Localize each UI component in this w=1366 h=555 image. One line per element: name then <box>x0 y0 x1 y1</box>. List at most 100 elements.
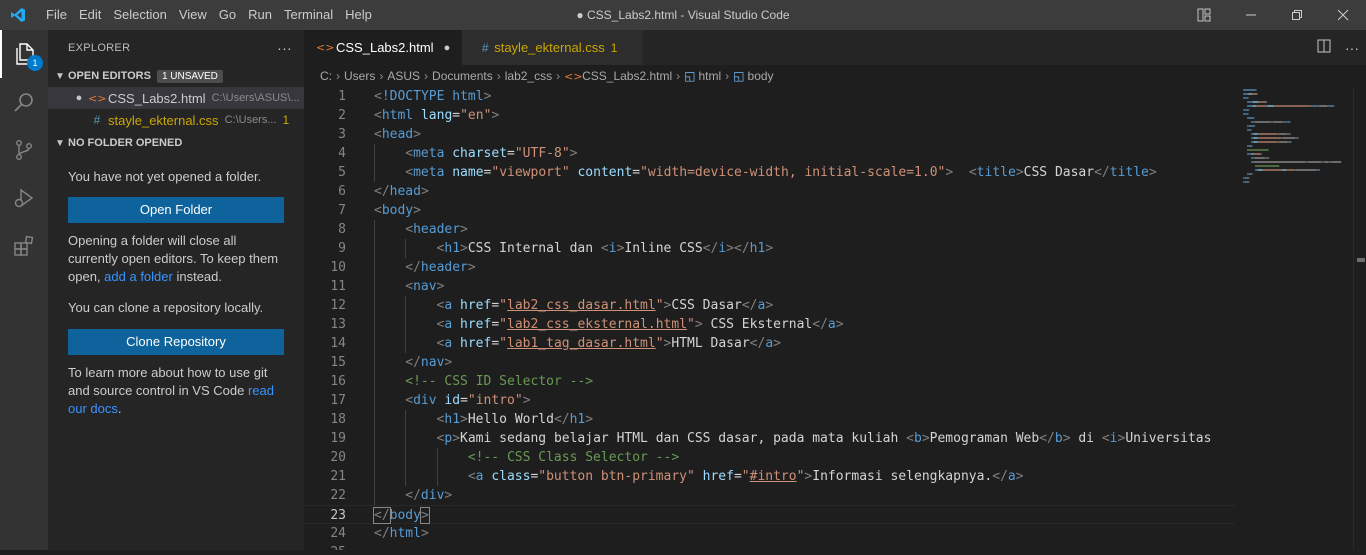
menu-file[interactable]: File <box>40 0 73 30</box>
minimap-token <box>1257 141 1259 143</box>
code-line[interactable]: 4 <meta charset="UTF-8"> <box>304 144 1235 163</box>
code-line[interactable]: 5 <meta name="viewport" content="width=de… <box>304 163 1235 182</box>
menu-go[interactable]: Go <box>213 0 242 30</box>
indent-guide <box>405 334 407 353</box>
code-line[interactable]: 7 <body> <box>304 201 1235 220</box>
code-line[interactable]: 23 </body> <box>304 505 1235 524</box>
breadcrumb-item[interactable]: html <box>699 69 722 83</box>
code-editor[interactable]: 1 <!DOCTYPE html> 2 <html lang="en"> 3 <head>… <box>304 87 1235 550</box>
customize-layout-icon[interactable] <box>1190 0 1218 30</box>
minimap[interactable] <box>1235 87 1353 550</box>
search-icon[interactable] <box>0 78 48 126</box>
code-line[interactable]: 1 <!DOCTYPE html> <box>304 87 1235 106</box>
code-line[interactable]: 8 <header> <box>304 220 1235 239</box>
code-line[interactable]: 13 <a href="lab2_css_eksternal.html"> CSS… <box>304 315 1235 334</box>
menu-run[interactable]: Run <box>242 0 278 30</box>
open-editors-header[interactable]: ▼ OPEN EDITORS 1 UNSAVED <box>48 65 304 87</box>
indent-guide <box>374 220 375 239</box>
breadcrumb-item[interactable]: Documents <box>432 69 493 83</box>
minimap-token <box>1313 105 1318 107</box>
source-control-icon[interactable] <box>0 126 48 174</box>
minimap-token <box>1251 141 1252 143</box>
minimap-token <box>1243 109 1245 111</box>
code-line[interactable]: 17 <div id="intro"> <box>304 391 1235 410</box>
menu-help[interactable]: Help <box>339 0 378 30</box>
code-line[interactable]: 11 <nav> <box>304 277 1235 296</box>
minimap-token <box>1248 129 1251 131</box>
minimize-icon[interactable] <box>1228 0 1274 30</box>
restore-icon[interactable] <box>1274 0 1320 30</box>
minimap-token <box>1243 177 1245 179</box>
breadcrumb-item[interactable]: Users <box>344 69 375 83</box>
open-editor-item[interactable]: # stayle_ekternal.css C:\Users... 1 <box>48 109 304 131</box>
menu-terminal[interactable]: Terminal <box>278 0 339 30</box>
minimap-token <box>1290 141 1292 143</box>
unsaved-dot-icon[interactable]: ● <box>70 92 88 104</box>
code-line[interactable]: 15 </nav> <box>304 353 1235 372</box>
minimap-token <box>1310 105 1313 107</box>
minimap-token <box>1257 133 1259 135</box>
minimap-token <box>1268 157 1270 159</box>
code-line[interactable]: 16 <!-- CSS ID Selector --> <box>304 372 1235 391</box>
code-text: <head> <box>374 127 421 142</box>
code-line[interactable]: 2 <html lang="en"> <box>304 106 1235 125</box>
code-line[interactable]: 19 <p>Kami sedang belajar HTML dan CSS da… <box>304 429 1235 448</box>
menu-selection[interactable]: Selection <box>107 0 172 30</box>
minimap-token <box>1316 169 1318 171</box>
minimap-token <box>1329 161 1331 163</box>
code-line[interactable]: 12 <a href="lab2_css_dasar.html">CSS Dasa… <box>304 296 1235 315</box>
minimap-token <box>1309 105 1311 107</box>
code-line[interactable]: 6 </head> <box>304 182 1235 201</box>
tab-stayle-ekternal[interactable]: # stayle_ekternal.css 1 <box>462 30 644 65</box>
breadcrumb-item[interactable]: ASUS <box>387 69 420 83</box>
run-debug-icon[interactable] <box>0 174 48 222</box>
breadcrumb-item[interactable]: CSS_Labs2.html <box>582 69 672 83</box>
unsaved-badge: 1 UNSAVED <box>156 69 223 83</box>
editor-scrollbar[interactable] <box>1353 87 1366 550</box>
code-line[interactable]: 10 </header> <box>304 258 1235 277</box>
minimap-token <box>1244 177 1249 179</box>
code-line[interactable]: 21 <a class="button btn-primary" href="#i… <box>304 467 1235 486</box>
title-bar: File Edit Selection View Go Run Terminal… <box>0 0 1366 30</box>
breadcrumb-item[interactable]: body <box>748 69 774 83</box>
more-actions-icon[interactable]: ··· <box>277 40 292 56</box>
minimap-token <box>1251 153 1254 155</box>
code-line[interactable]: 14 <a href="lab1_tag_dasar.html">HTML Das… <box>304 334 1235 353</box>
minimap-token <box>1247 145 1249 147</box>
clone-repository-button[interactable]: Clone Repository <box>68 329 284 355</box>
code-line[interactable]: 24 </html> <box>304 524 1235 543</box>
unsaved-dot-icon[interactable]: ● <box>444 42 451 54</box>
explorer-icon[interactable]: 1 <box>0 30 48 78</box>
breadcrumb-item[interactable]: C: <box>320 69 332 83</box>
minimap-token <box>1308 161 1321 163</box>
minimap-token <box>1256 169 1257 171</box>
minimap-token <box>1253 137 1254 139</box>
close-icon[interactable] <box>1320 0 1366 30</box>
menu-edit[interactable]: Edit <box>73 0 107 30</box>
breadcrumb-item[interactable]: lab2_css <box>505 69 552 83</box>
code-line[interactable]: 25 <box>304 543 1235 550</box>
code-line[interactable]: 18 <h1>Hello World</h1> <box>304 410 1235 429</box>
minimap-token <box>1306 161 1308 163</box>
open-folder-button[interactable]: Open Folder <box>68 197 284 223</box>
tab-css-labs2[interactable]: <> CSS_Labs2.html ● <box>304 30 463 65</box>
open-editor-item[interactable]: ● <> CSS_Labs2.html C:\Users\ASUS\... <box>48 87 304 109</box>
split-editor-icon[interactable] <box>1310 39 1338 56</box>
tab-label: stayle_ekternal.css <box>494 40 605 55</box>
open-editors-label: OPEN EDITORS <box>68 70 151 82</box>
more-actions-icon[interactable]: ··· <box>1338 40 1366 56</box>
activity-bar: 1 <box>0 30 48 550</box>
vscode-logo-icon <box>0 0 36 30</box>
minimap-token <box>1254 133 1258 135</box>
extensions-icon[interactable] <box>0 222 48 270</box>
minimap-token <box>1266 101 1268 103</box>
code-line[interactable]: 9 <h1>CSS Internal dan <i>Inline CSS</i><… <box>304 239 1235 258</box>
code-line[interactable]: 3 <head> <box>304 125 1235 144</box>
code-text: <!DOCTYPE html> <box>374 89 492 104</box>
scroll-marker <box>1357 258 1365 262</box>
add-folder-link[interactable]: add a folder <box>104 269 173 284</box>
menu-view[interactable]: View <box>173 0 213 30</box>
code-line[interactable]: 22 </div> <box>304 486 1235 505</box>
code-line[interactable]: 20 <!-- CSS Class Selector --> <box>304 448 1235 467</box>
no-folder-header[interactable]: ▼ NO FOLDER OPENED <box>48 132 304 154</box>
